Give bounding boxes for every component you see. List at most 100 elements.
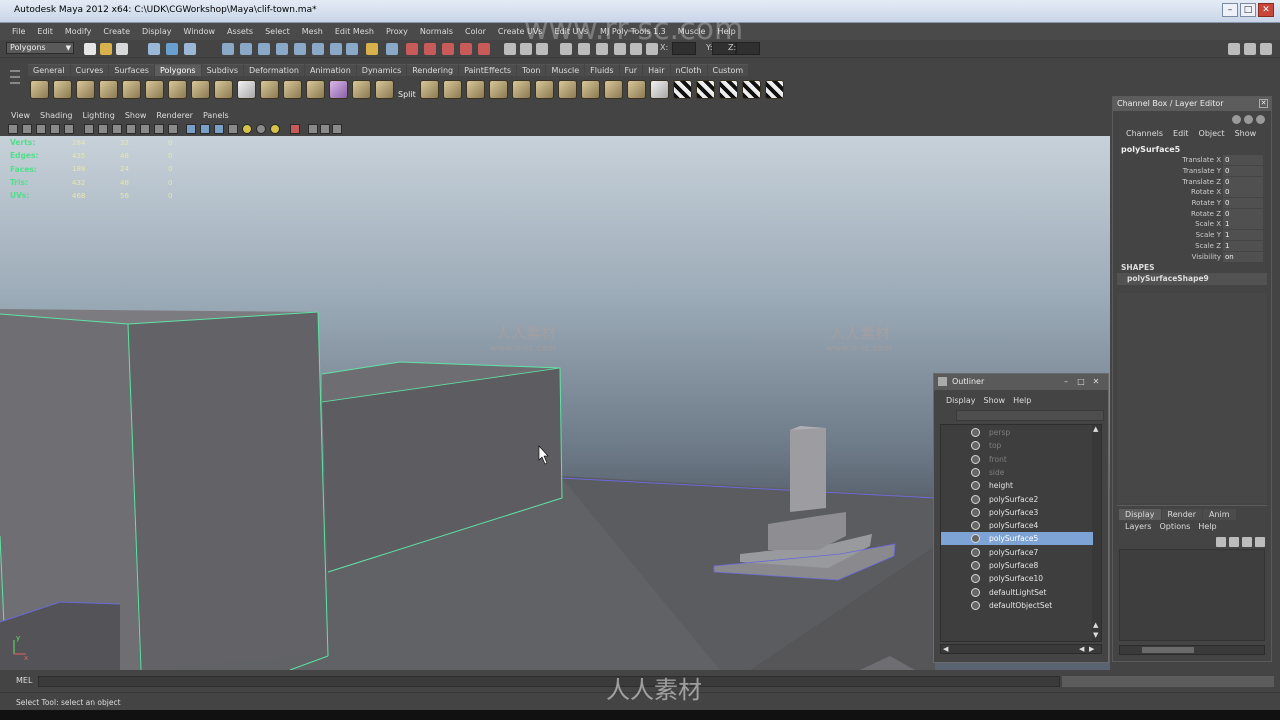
minimize-button[interactable]: –: [1060, 376, 1072, 387]
outliner-item[interactable]: top: [941, 439, 1093, 452]
channel-box-menu-show[interactable]: Show: [1230, 129, 1262, 138]
scroll-down-icon[interactable]: ▼: [1093, 631, 1098, 639]
open-scene-icon[interactable]: [100, 43, 112, 55]
command-language-toggle[interactable]: MEL: [16, 676, 32, 685]
poly-prism-icon[interactable]: [168, 80, 187, 99]
shelf-tab-polygons[interactable]: Polygons: [154, 64, 201, 76]
outliner-vertical-scrollbar[interactable]: ▲ ▲ ▼: [1092, 425, 1101, 641]
outliner-item[interactable]: persp: [941, 426, 1093, 439]
new-layer-from-selected-icon[interactable]: [1255, 537, 1265, 547]
menu-display[interactable]: Display: [136, 27, 178, 36]
shelf-tab-ncloth[interactable]: nCloth: [670, 64, 707, 76]
attribute-value-field[interactable]: 1: [1223, 219, 1263, 230]
mask-icon[interactable]: [330, 43, 342, 55]
uv-cylindrical-icon[interactable]: [696, 80, 715, 99]
render-settings-icon[interactable]: [614, 43, 626, 55]
attribute-editor-icon[interactable]: [1228, 43, 1240, 55]
outliner-item[interactable]: defaultLightSet: [941, 586, 1093, 599]
move-layer-down-icon[interactable]: [1229, 537, 1239, 547]
panel-menu-panels[interactable]: Panels: [198, 110, 234, 122]
lock-icon[interactable]: [366, 43, 378, 55]
outliner-item[interactable]: side: [941, 466, 1093, 479]
safe-title-icon[interactable]: [154, 124, 164, 134]
poke-icon[interactable]: [627, 80, 646, 99]
attribute-name[interactable]: Translate Z: [1117, 178, 1223, 186]
shelf-tab-painteffects[interactable]: PaintEffects: [459, 64, 517, 76]
gate-mask-icon[interactable]: [112, 124, 122, 134]
select-camera-icon[interactable]: [8, 124, 18, 134]
snap-grid-icon[interactable]: [406, 43, 418, 55]
outliner-menu-show[interactable]: Show: [980, 396, 1010, 405]
render-view-icon[interactable]: [560, 43, 572, 55]
attribute-value-field[interactable]: on: [1223, 251, 1263, 262]
attribute-name[interactable]: Scale Y: [1117, 231, 1223, 239]
menu-muscle[interactable]: Muscle: [672, 27, 712, 36]
menu-modify[interactable]: Modify: [59, 27, 98, 36]
menu-mj-poly-tools-1-3[interactable]: MJ Poly Tools 1.3: [594, 27, 672, 36]
shelf-tab-fluids[interactable]: Fluids: [585, 64, 619, 76]
attribute-value-field[interactable]: 0: [1223, 155, 1263, 166]
default-light-icon[interactable]: [270, 124, 280, 134]
wireframe-icon[interactable]: [168, 124, 178, 134]
scroll-left-icon[interactable]: ◀: [1079, 645, 1084, 653]
z-field[interactable]: [736, 42, 760, 55]
append-polygon-icon[interactable]: [512, 80, 531, 99]
shelf-tab-dynamics[interactable]: Dynamics: [356, 64, 407, 76]
xray-joints-icon[interactable]: [308, 124, 318, 134]
construction-history-icon[interactable]: [536, 43, 548, 55]
outliner-item[interactable]: polySurface2: [941, 493, 1093, 506]
panel-menu-lighting[interactable]: Lighting: [77, 110, 119, 122]
bevel-icon[interactable]: [558, 80, 577, 99]
mask-icon[interactable]: [276, 43, 288, 55]
poly-plane-icon[interactable]: [122, 80, 141, 99]
new-layer-icon[interactable]: [1242, 537, 1252, 547]
mask-icon[interactable]: [294, 43, 306, 55]
maximize-button[interactable]: □: [1240, 3, 1256, 17]
menu-edit-mesh[interactable]: Edit Mesh: [329, 27, 380, 36]
uv-planar-icon[interactable]: [673, 80, 692, 99]
outliner-item[interactable]: polySurface7: [941, 546, 1093, 559]
maximize-button[interactable]: □: [1075, 376, 1087, 387]
history-icon[interactable]: [504, 43, 516, 55]
attribute-value-field[interactable]: 0: [1223, 187, 1263, 198]
panel-menu-renderer[interactable]: Renderer: [151, 110, 198, 122]
outliner-menu-help[interactable]: Help: [1009, 396, 1035, 405]
select-by-hierarchy-icon[interactable]: [148, 43, 160, 55]
menu-set-dropdown[interactable]: Polygons ▼: [6, 42, 74, 54]
offset-edge-loop-icon[interactable]: [443, 80, 462, 99]
mask-icon[interactable]: [222, 43, 234, 55]
layer-tab-display[interactable]: Display: [1119, 509, 1161, 520]
shape-node-name[interactable]: polySurfaceShape9: [1117, 273, 1267, 285]
snap-live-icon[interactable]: [478, 43, 490, 55]
poly-sphere-icon[interactable]: [30, 80, 49, 99]
menu-select[interactable]: Select: [259, 27, 296, 36]
chamfer-icon[interactable]: [581, 80, 600, 99]
poly-cylinder-icon[interactable]: [76, 80, 95, 99]
menu-color[interactable]: Color: [459, 27, 492, 36]
resolution-gate-icon[interactable]: [98, 124, 108, 134]
menu-create-uvs[interactable]: Create UVs: [492, 27, 549, 36]
safe-action-icon[interactable]: [140, 124, 150, 134]
snap-curve-icon[interactable]: [424, 43, 436, 55]
view-grid-icon[interactable]: [64, 124, 74, 134]
poly-helix-icon[interactable]: [214, 80, 233, 99]
poly-pipe-icon[interactable]: [191, 80, 210, 99]
outliner-item[interactable]: defaultObjectSet: [941, 599, 1093, 612]
tool-settings-icon[interactable]: [1244, 43, 1256, 55]
shelf-tab-surfaces[interactable]: Surfaces: [109, 64, 154, 76]
menu-assets[interactable]: Assets: [221, 27, 259, 36]
x-field[interactable]: [672, 42, 696, 55]
panel-menu-show[interactable]: Show: [120, 110, 152, 122]
menu-mesh[interactable]: Mesh: [296, 27, 329, 36]
shelf-tab-curves[interactable]: Curves: [70, 64, 109, 76]
outliner-item[interactable]: polySurface10: [941, 572, 1093, 585]
snap-view-icon[interactable]: [460, 43, 472, 55]
menu-edit-uvs[interactable]: Edit UVs: [549, 27, 595, 36]
mask-icon[interactable]: [240, 43, 252, 55]
scroll-thumb[interactable]: [1142, 647, 1194, 653]
insert-edge-loop-icon[interactable]: [420, 80, 439, 99]
attribute-value-field[interactable]: 0: [1223, 198, 1263, 209]
toggle-icon[interactable]: [1256, 115, 1265, 124]
uv-editor-icon[interactable]: [765, 80, 784, 99]
menu-normals[interactable]: Normals: [414, 27, 459, 36]
